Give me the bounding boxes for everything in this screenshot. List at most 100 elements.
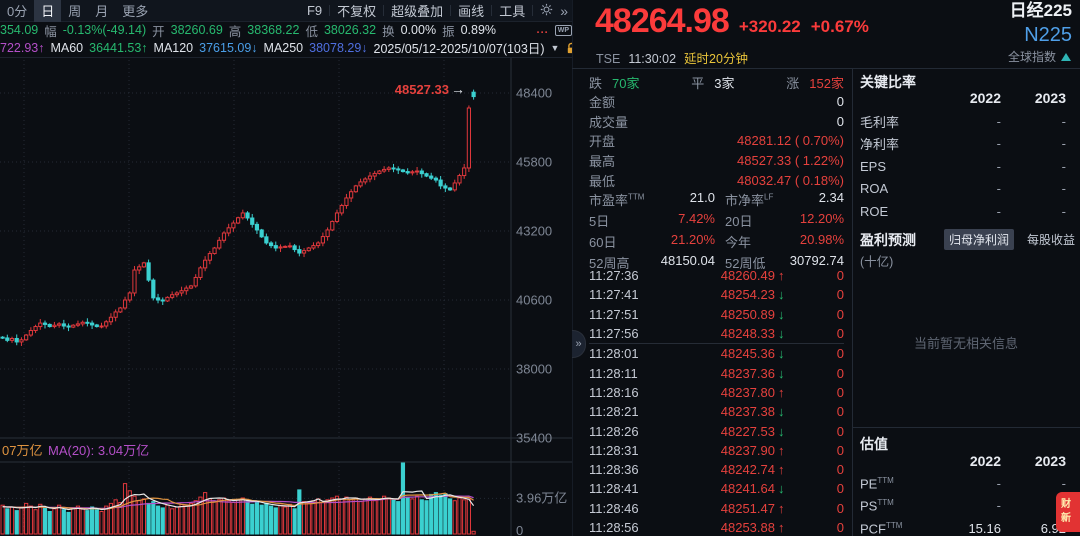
table-row: PSTTM-- (860, 495, 1066, 518)
low-value: 38026.32 (324, 23, 376, 37)
table-row: ROE-- (860, 200, 1066, 223)
tape-row[interactable]: 11:28:1148237.36↓0 (589, 363, 844, 382)
period-tab-月[interactable]: 月 (88, 0, 115, 22)
open-label: 开 (152, 21, 165, 39)
ratio-label: 20日 (725, 211, 752, 230)
period-tab-0分[interactable]: 0分 (0, 0, 34, 22)
high-value: 38368.22 (247, 23, 299, 37)
stat-value: 0 (837, 114, 844, 129)
valuation-years: 20222023 (860, 453, 1066, 469)
divider (852, 427, 1080, 428)
tape-row[interactable]: 11:27:5648248.33↓0 (589, 324, 844, 343)
gear-icon[interactable] (540, 3, 553, 19)
row-value: - (936, 476, 1001, 491)
advancers: 涨152家 (786, 73, 844, 92)
table-row: 净利率-- (860, 133, 1066, 156)
stat-row: 成交量0 (589, 112, 844, 132)
period-tab-周[interactable]: 周 (61, 0, 88, 22)
wp-window-icon[interactable]: WP (555, 25, 572, 36)
panel-collapse-handle[interactable]: » (572, 330, 586, 358)
exchange-time-row: TSE 11:30:02 延时20分钟 (596, 48, 748, 69)
tape-time: 11:27:56 (589, 326, 651, 341)
tape-row[interactable]: 11:28:3148237.90↑0 (589, 441, 844, 460)
tape-time: 11:27:36 (589, 268, 651, 283)
tape-row[interactable]: 11:27:3648260.49↑0 (589, 266, 844, 285)
ma120-value: 37615.09↓ (199, 41, 257, 55)
svg-text:3.96万亿: 3.96万亿 (516, 490, 567, 505)
row-label: EPS (860, 159, 936, 174)
candlestick-chart[interactable]: 4840045800432004060038000354003.96万亿0485… (0, 58, 572, 536)
ratio-left: 市盈率TTM21.0 (589, 190, 715, 209)
tape-time: 11:28:46 (589, 501, 651, 516)
tape-price: 48237.38 (651, 404, 775, 419)
toolbar-item-画线[interactable]: 画线 (458, 1, 484, 20)
toolbar-separator (532, 5, 533, 16)
year-column-header: 2023 (1001, 453, 1066, 469)
tape-row[interactable]: 11:28:2148237.38↓0 (589, 402, 844, 421)
index-flag-icon (1060, 52, 1072, 62)
turnover-value: 0.00% (401, 23, 436, 37)
promo-badge[interactable]: 财新 (1056, 492, 1080, 532)
table-row: PCFTTM15.166.92 (860, 517, 1066, 536)
table-row: ROA-- (860, 178, 1066, 201)
tape-row[interactable]: 11:28:4148241.64↓0 (589, 479, 844, 498)
stat-value: 48281.12 ( 0.70%) (737, 133, 844, 148)
tape-time: 11:28:36 (589, 462, 651, 477)
tape-row[interactable]: 11:28:4648251.47↑0 (589, 499, 844, 518)
svg-text:48400: 48400 (516, 86, 552, 101)
forecast-tab-0[interactable]: 归母净利润 (944, 229, 1014, 250)
chevron-down-icon[interactable]: ▼ (551, 43, 560, 53)
ma60-value: 36441.53↑ (89, 41, 147, 55)
date-range-selector[interactable]: 2025/05/12-2025/10/07(103日) (374, 39, 545, 58)
ratio-value: 21.20% (671, 232, 715, 251)
forecast-tab-1[interactable]: 每股收益 (1022, 229, 1080, 250)
row-value: - (1001, 114, 1066, 129)
toolbar-item-超级叠加[interactable]: 超级叠加 (391, 1, 443, 20)
svg-text:0: 0 (516, 523, 523, 536)
open-value: 38260.69 (171, 23, 223, 37)
row-label: PETTM (860, 476, 936, 491)
exchange-label: TSE (596, 52, 620, 66)
chart-svg[interactable]: 4840045800432004060038000354003.96万亿0485… (0, 58, 572, 536)
tape-row[interactable]: 11:27:4148254.23↓0 (589, 285, 844, 304)
row-label: ROA (860, 181, 936, 196)
collapse-toolbar-icon[interactable]: » (560, 3, 568, 19)
period-tab-更多[interactable]: 更多 (115, 0, 155, 22)
tape-time: 11:27:51 (589, 307, 651, 322)
tape-row[interactable]: 11:27:5148250.89↓0 (589, 305, 844, 324)
svg-text:38000: 38000 (516, 362, 552, 377)
row-label: 毛利率 (860, 112, 936, 131)
tape-row[interactable]: 11:28:5648253.88↑0 (589, 518, 844, 536)
forecast-title: 盈利预测 (860, 230, 916, 250)
downtick-arrow-icon: ↓ (778, 481, 792, 496)
toolbar-item-F9[interactable]: F9 (307, 3, 322, 18)
key-ratios-years: 20222023 (860, 90, 1066, 106)
row-value: - (1001, 136, 1066, 151)
quote-time: 11:30:02 (628, 52, 676, 66)
tape-row[interactable]: 11:28:2648227.53↓0 (589, 421, 844, 440)
tape-row[interactable]: 11:28:3648242.74↑0 (589, 460, 844, 479)
tape-volume: 0 (792, 443, 844, 458)
quote-stat-rows: 金额0成交量0开盘48281.12 ( 0.70%)最高48527.33 ( 1… (589, 92, 844, 190)
toolbar-item-不复权[interactable]: 不复权 (337, 1, 376, 20)
ratio-label: 5日 (589, 211, 609, 230)
more-indicator[interactable]: ... (537, 24, 549, 36)
tape-price: 48242.74 (651, 462, 775, 477)
tape-volume: 0 (792, 481, 844, 496)
tape-time: 11:28:56 (589, 520, 651, 535)
tape-price: 48241.64 (651, 481, 775, 496)
period-tab-日[interactable]: 日 (34, 0, 61, 22)
tape-volume: 0 (792, 501, 844, 516)
toolbar-item-工具[interactable]: 工具 (499, 1, 525, 20)
row-label: PSTTM (860, 498, 936, 513)
unlock-icon[interactable] (565, 42, 572, 55)
tape-price: 48237.80 (651, 385, 775, 400)
period-tabs: 0分日周月更多 (0, 0, 155, 21)
tape-row[interactable]: 11:28:1648237.80↑0 (589, 383, 844, 402)
tape-row[interactable]: 11:28:0148245.36↓0 (589, 343, 844, 363)
stat-label: 最低 (589, 171, 615, 190)
svg-text:MA(20): 3.04万亿: MA(20): 3.04万亿 (48, 443, 149, 458)
svg-text:43200: 43200 (516, 224, 552, 239)
tape-time: 11:28:26 (589, 424, 651, 439)
svg-text:35400: 35400 (516, 431, 552, 446)
